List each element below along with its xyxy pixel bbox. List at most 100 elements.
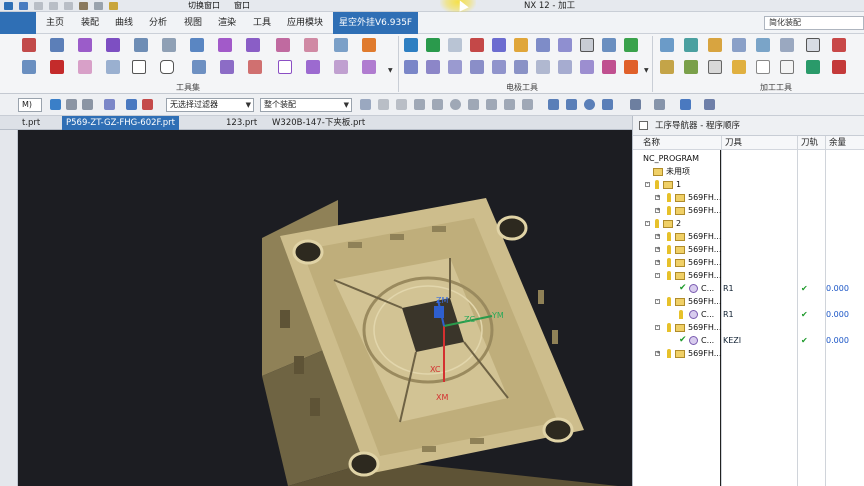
cube-icon[interactable] xyxy=(246,38,260,52)
cam-icon[interactable] xyxy=(624,60,638,74)
flag-icon[interactable] xyxy=(426,38,440,52)
tab-plugin[interactable]: 星空外挂V6.935F xyxy=(333,12,419,34)
tab-tools[interactable]: 工具 xyxy=(247,12,277,34)
list-item[interactable]: NC_PROGRAM xyxy=(633,152,864,165)
page-icon[interactable] xyxy=(780,60,794,74)
electrode-e-icon[interactable] xyxy=(426,60,440,74)
book-icon[interactable] xyxy=(448,38,462,52)
undo-icon[interactable] xyxy=(19,2,28,10)
expand-icon[interactable]: + xyxy=(655,260,660,265)
copy-icon[interactable] xyxy=(64,2,73,10)
machining-h-icon[interactable] xyxy=(832,38,846,52)
snap-point-c-icon[interactable] xyxy=(468,99,479,110)
switch-window-icon[interactable] xyxy=(109,2,118,10)
snap-point-e-icon[interactable] xyxy=(504,99,515,110)
filter-a-icon[interactable] xyxy=(360,99,371,110)
cut-icon[interactable] xyxy=(49,2,58,10)
group1-more-icon[interactable]: ▼ xyxy=(388,68,394,74)
filter-c-icon[interactable] xyxy=(396,99,407,110)
paint-icon[interactable] xyxy=(362,38,376,52)
z-axis-handle[interactable] xyxy=(434,306,444,318)
orient-icon[interactable] xyxy=(654,99,665,110)
electrode-k-icon[interactable] xyxy=(558,60,572,74)
electrode-b-icon[interactable] xyxy=(558,38,572,52)
down-arrow-icon[interactable] xyxy=(404,38,418,52)
list-item[interactable]: + 569FH... xyxy=(633,347,864,360)
collapse-icon[interactable]: - xyxy=(645,221,650,226)
render-style-icon[interactable] xyxy=(680,99,691,110)
select-b-icon[interactable] xyxy=(82,99,93,110)
redo-icon[interactable] xyxy=(34,2,43,10)
group2-more-icon[interactable]: ▼ xyxy=(644,68,650,74)
graphics-window[interactable]: ZM ZC YM XC XM xyxy=(18,130,632,486)
tab-home[interactable]: 主页 xyxy=(40,12,70,34)
measure-icon[interactable] xyxy=(492,38,506,52)
tab-file-t[interactable]: t.prt xyxy=(18,116,44,130)
grid-icon[interactable] xyxy=(106,60,120,74)
menu-combo[interactable]: M) xyxy=(18,98,42,112)
layer-icon[interactable] xyxy=(304,38,318,52)
expand-icon[interactable]: + xyxy=(655,208,660,213)
expand-icon[interactable]: + xyxy=(655,351,660,356)
cursor-select-icon[interactable] xyxy=(126,99,137,110)
list-item[interactable]: + 569FH... xyxy=(633,243,864,256)
machining-d-icon[interactable] xyxy=(732,38,746,52)
rectangle-icon[interactable] xyxy=(132,60,146,74)
pencil-icon[interactable] xyxy=(732,60,746,74)
list-item[interactable]: - 2 xyxy=(633,217,864,230)
paste-icon[interactable] xyxy=(79,2,88,10)
list-item[interactable]: - 569FH... xyxy=(633,295,864,308)
collapse-icon[interactable]: - xyxy=(645,182,650,187)
tab-render[interactable]: 渲染 xyxy=(212,12,242,34)
machining-a-icon[interactable] xyxy=(660,38,674,52)
list-item[interactable]: ✔ C... R1 ✔ 0.000 xyxy=(633,282,864,295)
move-left-icon[interactable] xyxy=(78,38,92,52)
hexagon-icon[interactable] xyxy=(160,60,174,74)
deselect-icon[interactable] xyxy=(142,99,153,110)
machining-f-icon[interactable] xyxy=(780,38,794,52)
list-item[interactable]: - 569FH... xyxy=(633,321,864,334)
snap-point-b-icon[interactable] xyxy=(432,99,443,110)
spline-icon[interactable] xyxy=(220,60,234,74)
rotate-icon[interactable] xyxy=(584,99,595,110)
view-more-icon[interactable] xyxy=(704,99,715,110)
electrode-d-icon[interactable] xyxy=(404,60,418,74)
edit-icon[interactable] xyxy=(134,38,148,52)
expand-icon[interactable]: + xyxy=(655,234,660,239)
machining-e-icon[interactable] xyxy=(756,38,770,52)
anchor-icon[interactable] xyxy=(276,38,290,52)
shape-icon[interactable] xyxy=(78,60,92,74)
red-box-icon[interactable] xyxy=(50,60,64,74)
list-item[interactable]: + 569FH... xyxy=(633,256,864,269)
electrode-j-icon[interactable] xyxy=(536,60,550,74)
electrode-h-icon[interactable] xyxy=(492,60,506,74)
expand-icon[interactable]: + xyxy=(655,195,660,200)
tab-assembly[interactable]: 装配 xyxy=(75,12,105,34)
list-item[interactable]: 未用项 xyxy=(633,165,864,178)
pad-icon[interactable] xyxy=(248,60,262,74)
list-item[interactable]: - 569FH... xyxy=(633,269,864,282)
box-icon[interactable] xyxy=(218,38,232,52)
text-icon[interactable] xyxy=(708,60,722,74)
move-right-icon[interactable] xyxy=(106,38,120,52)
snap-icon[interactable] xyxy=(104,99,115,110)
stamp-icon[interactable] xyxy=(334,38,348,52)
hierarchy-icon[interactable] xyxy=(514,38,528,52)
filter-b-icon[interactable] xyxy=(378,99,389,110)
machining-j-icon[interactable] xyxy=(684,60,698,74)
list-item[interactable]: + 569FH... xyxy=(633,191,864,204)
type-filter-select[interactable]: 无选择过滤器 ▼ xyxy=(166,98,254,112)
frame-icon[interactable] xyxy=(278,60,292,74)
pan-icon[interactable] xyxy=(602,99,613,110)
pattern-icon[interactable] xyxy=(362,60,376,74)
collapse-icon[interactable]: - xyxy=(655,299,660,304)
transform-icon[interactable] xyxy=(162,38,176,52)
list-item[interactable]: + 569FH... xyxy=(633,230,864,243)
snap-center-icon[interactable] xyxy=(450,99,461,110)
snap-point-a-icon[interactable] xyxy=(414,99,425,110)
magnet-icon[interactable] xyxy=(602,60,616,74)
tab-curve[interactable]: 曲线 xyxy=(109,12,139,34)
switch-window-button[interactable]: 切换窗口 xyxy=(188,0,220,12)
snap-point-d-icon[interactable] xyxy=(486,99,497,110)
dots-icon[interactable] xyxy=(334,60,348,74)
